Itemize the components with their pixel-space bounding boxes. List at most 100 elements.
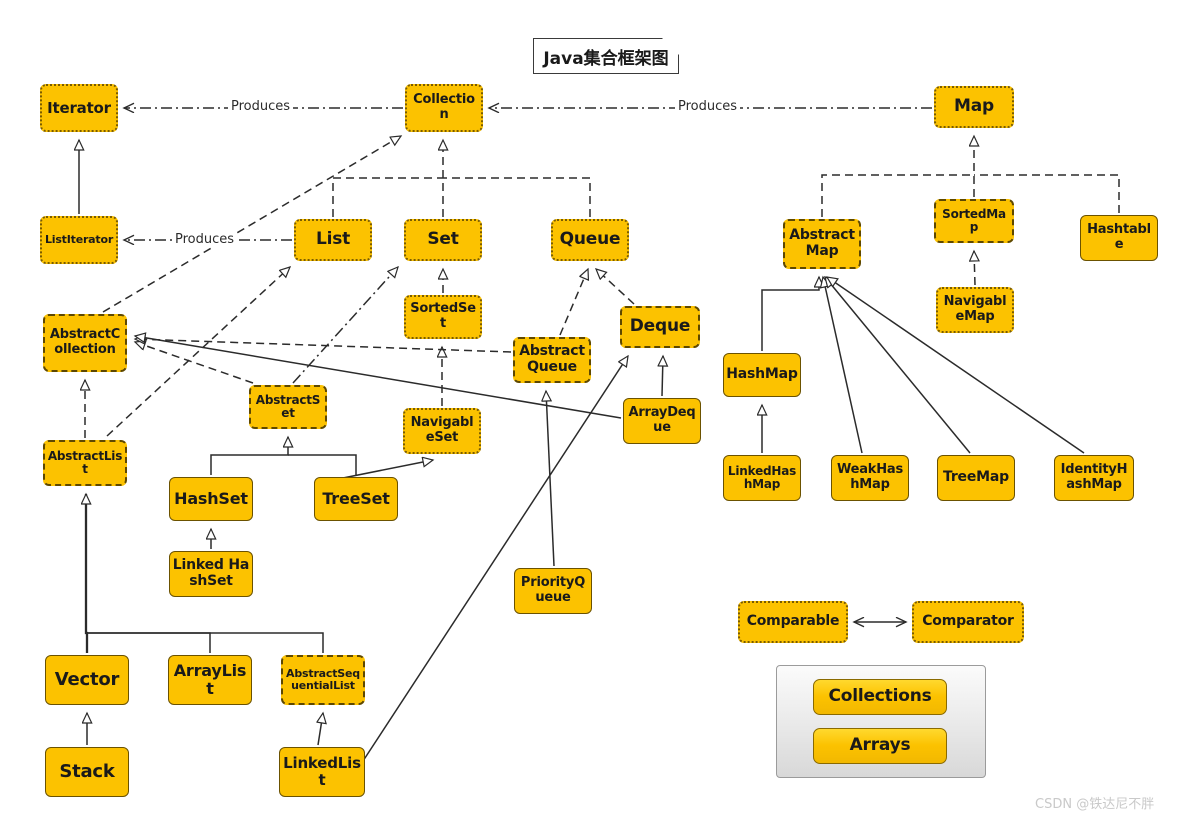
node-label: Collections (828, 686, 932, 707)
node-hashmap[interactable]: HashMap (723, 353, 801, 397)
node-hashset[interactable]: HashSet (169, 477, 253, 521)
node-label: TreeSet (322, 489, 390, 509)
node-abstractlist[interactable]: AbstractList (43, 440, 127, 486)
edge-arraylist-abstractlist (87, 632, 211, 653)
node-identityhash[interactable]: IdentityHashMap (1054, 455, 1134, 501)
edge-label-produces-map-collection: Produces (675, 99, 741, 114)
node-label: HashMap (726, 366, 798, 383)
node-label: AbstractCollection (49, 327, 121, 357)
node-label: Deque (629, 316, 691, 337)
edge-deque-queue (596, 269, 635, 305)
edge-treeset-abstractset (288, 454, 357, 475)
edge-label-produces-list-listiterator: Produces (172, 232, 238, 247)
edge-abstractset-set (292, 267, 398, 384)
node-label: LinkedList (283, 754, 361, 789)
edge-hashset-abstractset (210, 437, 288, 475)
node-vector[interactable]: Vector (45, 655, 129, 705)
node-set[interactable]: Set (404, 219, 482, 261)
node-label: Iterator (47, 98, 111, 117)
node-label: Arrays (849, 735, 911, 756)
edge-abstractset-abstractcollection (135, 342, 254, 384)
node-collection[interactable]: Collection (405, 84, 483, 132)
node-label: WeakHashMap (836, 462, 904, 492)
node-label: SortedSet (410, 301, 476, 331)
node-collections[interactable]: Collections (813, 679, 947, 715)
edge-label-produces-collection-iterator: Produces (228, 99, 294, 114)
node-label: ListIterator (44, 232, 114, 246)
edge-abstractqueue-abstractcollection (135, 339, 512, 353)
node-label: SortedMap (942, 206, 1006, 234)
node-sortedset[interactable]: SortedSet (404, 295, 482, 339)
node-label: Comparable (746, 613, 840, 630)
node-comparable[interactable]: Comparable (738, 601, 848, 643)
node-navigablemap[interactable]: NavigableMap (936, 287, 1014, 333)
csdn-watermark: CSDN @铁达尼不胖 (1035, 797, 1155, 812)
node-arrays[interactable]: Arrays (813, 728, 947, 764)
diagram-canvas: Java集合框架图 Iterator Collection Map ListItera… (0, 0, 1184, 822)
edge-arraydeque-deque (662, 356, 663, 397)
node-label: Hashtable (1087, 222, 1151, 252)
node-abstractset[interactable]: AbstractSet (249, 385, 327, 429)
node-label: AbstractSet (255, 392, 321, 420)
node-label: TreeMap (943, 469, 1009, 486)
node-label: Stack (59, 760, 115, 782)
node-map[interactable]: Map (934, 86, 1014, 128)
node-label: ArrayList (173, 661, 247, 698)
diagram-title-note: Java集合框架图 (533, 38, 679, 74)
node-comparator[interactable]: Comparator (912, 601, 1024, 643)
node-label: ArrayDeque (628, 405, 696, 435)
node-label: AbstractQueue (519, 343, 585, 375)
node-label: Queue (559, 229, 621, 250)
node-label: LinkedHashMap (727, 463, 797, 491)
node-priorityqueue[interactable]: PriorityQueue (514, 568, 592, 614)
node-label: PriorityQueue (520, 575, 586, 605)
node-sortedmap[interactable]: SortedMap (934, 199, 1014, 243)
node-label: NavigableSet (410, 415, 474, 445)
node-treeset[interactable]: TreeSet (314, 477, 398, 521)
edge-vector-abstractlist (86, 494, 87, 653)
node-label: AbstractMap (789, 227, 855, 259)
edge-weakhashmap-abstractmap (823, 277, 863, 454)
node-abstractcoll[interactable]: AbstractCollection (43, 314, 127, 372)
node-hashtable[interactable]: Hashtable (1080, 215, 1158, 261)
edge-abstractseqlist-abstractlist (87, 632, 324, 653)
diagram-title: Java集合框架图 (543, 48, 669, 69)
node-label: Linked HashSet (172, 557, 250, 589)
node-label: HashSet (174, 489, 248, 509)
edge-abstractqueue-queue (559, 269, 588, 336)
node-navigableset[interactable]: NavigableSet (403, 408, 481, 454)
edge-navigablemap-sortedmap (974, 251, 975, 286)
node-label: AbstractList (47, 448, 123, 476)
node-abstractseqlist[interactable]: AbstractSequentialList (281, 655, 365, 705)
node-linkedlist[interactable]: LinkedList (279, 747, 365, 797)
node-label: List (315, 229, 351, 250)
edge-priorityqueue-abstractqueue (546, 391, 555, 567)
node-iterator[interactable]: Iterator (40, 84, 118, 132)
node-label: Collection (413, 92, 475, 122)
node-label: IdentityHashMap (1060, 462, 1128, 492)
node-abstractmap[interactable]: AbstractMap (783, 219, 861, 269)
node-weakhashmap[interactable]: WeakHashMap (831, 455, 909, 501)
edge-queue-collection (443, 177, 591, 217)
node-linkedhashmap[interactable]: LinkedHashMap (723, 455, 801, 501)
node-treemap[interactable]: TreeMap (937, 455, 1015, 501)
node-abstractqueue[interactable]: AbstractQueue (513, 337, 591, 383)
node-label: NavigableMap (943, 294, 1007, 324)
node-deque[interactable]: Deque (620, 306, 700, 348)
edge-hashmap-abstractmap (761, 277, 819, 351)
node-label: Set (427, 229, 459, 250)
node-queue[interactable]: Queue (551, 219, 629, 261)
node-label: AbstractSequentialList (286, 666, 360, 692)
node-label: Map (954, 96, 994, 117)
node-label: Comparator (922, 613, 1014, 630)
node-stack[interactable]: Stack (45, 747, 129, 797)
edge-linkedlist-abstractsequentiallist (318, 713, 323, 746)
node-list[interactable]: List (294, 219, 372, 261)
node-arraydeque[interactable]: ArrayDeque (623, 398, 701, 444)
note-fold-icon (662, 38, 679, 55)
node-listiterator[interactable]: ListIterator (40, 216, 118, 264)
edge-list-collection (332, 177, 443, 217)
node-linkedhashset[interactable]: Linked HashSet (169, 551, 253, 597)
node-arraylist[interactable]: ArrayList (168, 655, 252, 705)
node-label: Vector (54, 668, 120, 690)
